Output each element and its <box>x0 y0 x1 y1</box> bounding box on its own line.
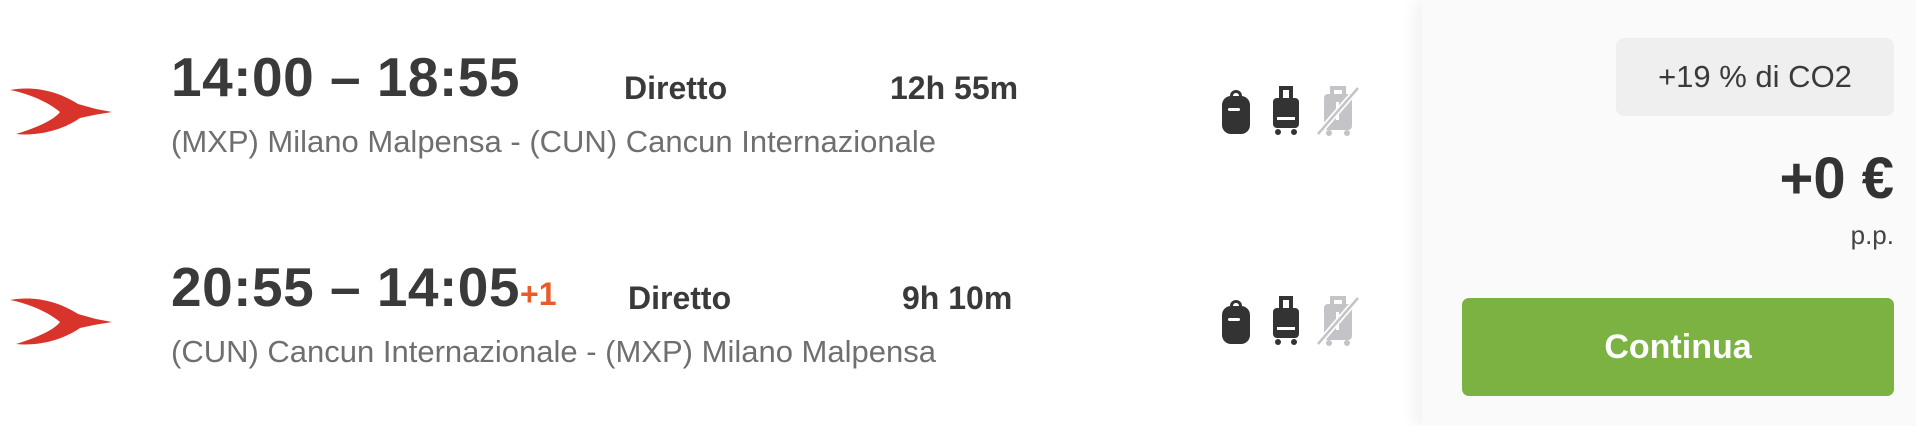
stops-label: Diretto <box>624 70 728 106</box>
continue-button[interactable]: Continua <box>1462 298 1894 396</box>
flight-duration: 9h 10m <box>902 280 1013 316</box>
flight-duration: 12h 55m <box>890 70 1019 106</box>
day-offset-badge: +1 <box>520 276 557 312</box>
airline-logo-icon <box>10 298 112 345</box>
flight-result-card[interactable]: 14:00 – 18:55 Diretto 12h 55m (MXP) Mila… <box>0 0 1916 426</box>
stops-label: Diretto <box>628 280 732 316</box>
checked-bag-icon <box>1316 296 1360 346</box>
price-per-person-label: p.p. <box>1850 220 1894 250</box>
flight-route: (MXP) Milano Malpensa - (CUN) Cancun Int… <box>171 124 936 159</box>
price-total: +0 € <box>1779 146 1895 211</box>
flight-leg-outbound[interactable]: 14:00 – 18:55 Diretto 12h 55m (MXP) Mila… <box>0 42 1422 192</box>
personal-bag-icon <box>1222 300 1250 344</box>
flight-legs: 14:00 – 18:55 Diretto 12h 55m (MXP) Mila… <box>0 0 1422 426</box>
cabin-bag-icon <box>1273 86 1299 135</box>
flight-leg-return[interactable]: 20:55 – 14:05 +1 Diretto 9h 10m (CUN) Ca… <box>0 252 1422 402</box>
flight-route: (CUN) Cancun Internazionale - (MXP) Mila… <box>171 334 936 369</box>
flight-times: 20:55 – 14:05 <box>171 256 520 318</box>
co2-badge: +19 % di CO2 <box>1616 38 1894 116</box>
airline-logo-icon <box>10 88 112 135</box>
flight-times: 14:00 – 18:55 <box>171 46 520 108</box>
checked-bag-icon <box>1316 86 1360 136</box>
personal-bag-icon <box>1222 90 1250 134</box>
price-panel: +19 % di CO2 +0 € p.p. Continua <box>1422 0 1916 426</box>
cabin-bag-icon <box>1273 296 1299 345</box>
